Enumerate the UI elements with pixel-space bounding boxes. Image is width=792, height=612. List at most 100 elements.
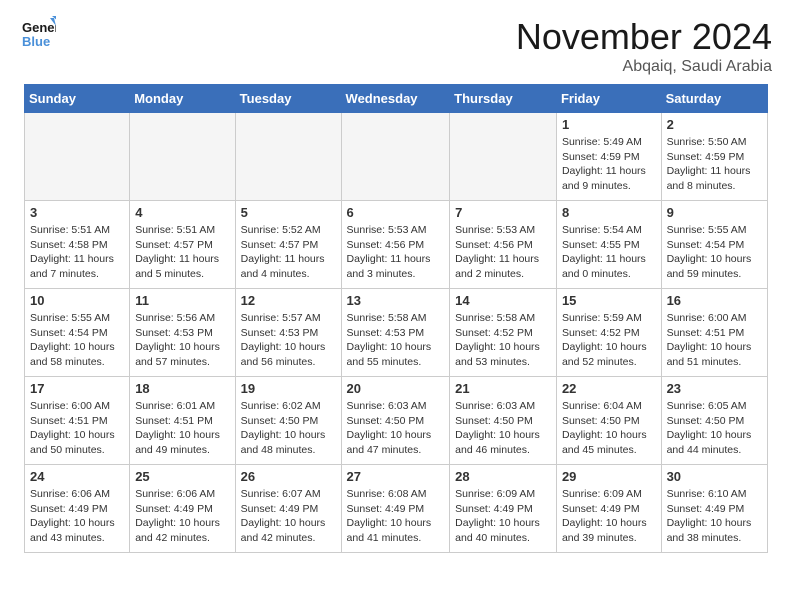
day-number: 7 <box>455 205 551 220</box>
calendar-week-row: 10Sunrise: 5:55 AM Sunset: 4:54 PM Dayli… <box>25 289 768 377</box>
calendar-cell: 2Sunrise: 5:50 AM Sunset: 4:59 PM Daylig… <box>661 113 767 201</box>
calendar-cell: 17 Sunrise: 6:00 AM Sunset: 4:51 PM Dayli… <box>25 377 130 465</box>
calendar-cell: 18Sunrise: 6:01 AM Sunset: 4:51 PM Dayli… <box>130 377 235 465</box>
calendar-cell: 13 Sunrise: 5:58 AM Sunset: 4:53 PM Dayli… <box>341 289 450 377</box>
day-info: Sunrise: 5:49 AM Sunset: 4:59 PM Dayligh… <box>562 135 656 194</box>
day-info: Sunrise: 6:00 AM Sunset: 4:51 PM Dayligh… <box>667 311 762 370</box>
day-number: 16 <box>667 293 762 308</box>
calendar-cell: 29 Sunrise: 6:09 AM Sunset: 4:49 PM Dayli… <box>556 465 661 553</box>
calendar-week-row: 24 Sunrise: 6:06 AM Sunset: 4:49 PM Dayli… <box>25 465 768 553</box>
header-wednesday: Wednesday <box>341 85 450 113</box>
header-thursday: Thursday <box>450 85 557 113</box>
day-number: 21 <box>455 381 551 396</box>
calendar-cell: 23 Sunrise: 6:05 AM Sunset: 4:50 PM Dayli… <box>661 377 767 465</box>
day-info: Sunrise: 6:03 AM Sunset: 4:50 PM Dayligh… <box>347 399 445 458</box>
day-info: Sunrise: 6:03 AM Sunset: 4:50 PM Dayligh… <box>455 399 551 458</box>
day-number: 17 <box>30 381 124 396</box>
day-number: 26 <box>241 469 336 484</box>
day-info: Sunrise: 6:09 AM Sunset: 4:49 PM Dayligh… <box>562 487 656 546</box>
day-info: Sunrise: 5:58 AM Sunset: 4:53 PM Dayligh… <box>347 311 445 370</box>
calendar-week-row: 17 Sunrise: 6:00 AM Sunset: 4:51 PM Dayli… <box>25 377 768 465</box>
day-info: Sunrise: 5:52 AM Sunset: 4:57 PM Dayligh… <box>241 223 336 282</box>
title-section: November 2024 Abqaiq, Saudi Arabia <box>516 16 772 76</box>
day-number: 14 <box>455 293 551 308</box>
day-info: Sunrise: 6:07 AM Sunset: 4:49 PM Dayligh… <box>241 487 336 546</box>
day-info: Sunrise: 5:59 AM Sunset: 4:52 PM Dayligh… <box>562 311 656 370</box>
day-number: 29 <box>562 469 656 484</box>
header-friday: Friday <box>556 85 661 113</box>
day-info: Sunrise: 6:10 AM Sunset: 4:49 PM Dayligh… <box>667 487 762 546</box>
day-info: Sunrise: 5:51 AM Sunset: 4:58 PM Dayligh… <box>30 223 124 282</box>
day-info: Sunrise: 5:53 AM Sunset: 4:56 PM Dayligh… <box>455 223 551 282</box>
day-number: 30 <box>667 469 762 484</box>
calendar-cell <box>235 113 341 201</box>
calendar-cell: 22 Sunrise: 6:04 AM Sunset: 4:50 PM Dayli… <box>556 377 661 465</box>
calendar-body: 1 Sunrise: 5:49 AM Sunset: 4:59 PM Daylig… <box>25 113 768 553</box>
location-subtitle: Abqaiq, Saudi Arabia <box>516 58 772 76</box>
day-number: 8 <box>562 205 656 220</box>
day-info: Sunrise: 6:06 AM Sunset: 4:49 PM Dayligh… <box>30 487 124 546</box>
month-title: November 2024 <box>516 16 772 58</box>
calendar-cell: 9Sunrise: 5:55 AM Sunset: 4:54 PM Daylig… <box>661 201 767 289</box>
calendar-week-row: 3 Sunrise: 5:51 AM Sunset: 4:58 PM Daylig… <box>25 201 768 289</box>
calendar-cell: 6Sunrise: 5:53 AM Sunset: 4:56 PM Daylig… <box>341 201 450 289</box>
header-saturday: Saturday <box>661 85 767 113</box>
calendar-cell: 27Sunrise: 6:08 AM Sunset: 4:49 PM Dayli… <box>341 465 450 553</box>
header-tuesday: Tuesday <box>235 85 341 113</box>
calendar-cell: 15Sunrise: 5:59 AM Sunset: 4:52 PM Dayli… <box>556 289 661 377</box>
calendar-cell: 14 Sunrise: 5:58 AM Sunset: 4:52 PM Dayli… <box>450 289 557 377</box>
calendar-cell: 21 Sunrise: 6:03 AM Sunset: 4:50 PM Dayli… <box>450 377 557 465</box>
calendar-cell: 11Sunrise: 5:56 AM Sunset: 4:53 PM Dayli… <box>130 289 235 377</box>
day-info: Sunrise: 6:08 AM Sunset: 4:49 PM Dayligh… <box>347 487 445 546</box>
calendar-cell: 7 Sunrise: 5:53 AM Sunset: 4:56 PM Daylig… <box>450 201 557 289</box>
day-number: 13 <box>347 293 445 308</box>
calendar-cell: 3 Sunrise: 5:51 AM Sunset: 4:58 PM Daylig… <box>25 201 130 289</box>
day-number: 4 <box>135 205 229 220</box>
day-info: Sunrise: 6:04 AM Sunset: 4:50 PM Dayligh… <box>562 399 656 458</box>
calendar-cell: 8 Sunrise: 5:54 AM Sunset: 4:55 PM Daylig… <box>556 201 661 289</box>
page-container: General Blue November 2024 Abqaiq, Saudi… <box>0 0 792 565</box>
header-sunday: Sunday <box>25 85 130 113</box>
day-info: Sunrise: 5:50 AM Sunset: 4:59 PM Dayligh… <box>667 135 762 194</box>
day-number: 12 <box>241 293 336 308</box>
day-number: 23 <box>667 381 762 396</box>
day-info: Sunrise: 6:06 AM Sunset: 4:49 PM Dayligh… <box>135 487 229 546</box>
day-info: Sunrise: 5:58 AM Sunset: 4:52 PM Dayligh… <box>455 311 551 370</box>
day-number: 19 <box>241 381 336 396</box>
calendar-wrapper: Sunday Monday Tuesday Wednesday Thursday… <box>0 84 792 565</box>
day-number: 6 <box>347 205 445 220</box>
calendar-cell: 16 Sunrise: 6:00 AM Sunset: 4:51 PM Dayli… <box>661 289 767 377</box>
day-number: 1 <box>562 117 656 132</box>
day-info: Sunrise: 6:00 AM Sunset: 4:51 PM Dayligh… <box>30 399 124 458</box>
day-number: 3 <box>30 205 124 220</box>
calendar-table: Sunday Monday Tuesday Wednesday Thursday… <box>24 84 768 553</box>
day-info: Sunrise: 6:05 AM Sunset: 4:50 PM Dayligh… <box>667 399 762 458</box>
calendar-cell: 20Sunrise: 6:03 AM Sunset: 4:50 PM Dayli… <box>341 377 450 465</box>
calendar-header: Sunday Monday Tuesday Wednesday Thursday… <box>25 85 768 113</box>
calendar-cell: 19 Sunrise: 6:02 AM Sunset: 4:50 PM Dayli… <box>235 377 341 465</box>
day-number: 18 <box>135 381 229 396</box>
day-info: Sunrise: 5:51 AM Sunset: 4:57 PM Dayligh… <box>135 223 229 282</box>
calendar-cell: 10Sunrise: 5:55 AM Sunset: 4:54 PM Dayli… <box>25 289 130 377</box>
calendar-cell: 4 Sunrise: 5:51 AM Sunset: 4:57 PM Daylig… <box>130 201 235 289</box>
calendar-cell: 12Sunrise: 5:57 AM Sunset: 4:53 PM Dayli… <box>235 289 341 377</box>
day-number: 25 <box>135 469 229 484</box>
day-number: 5 <box>241 205 336 220</box>
calendar-cell: 25 Sunrise: 6:06 AM Sunset: 4:49 PM Dayli… <box>130 465 235 553</box>
calendar-cell: 1 Sunrise: 5:49 AM Sunset: 4:59 PM Daylig… <box>556 113 661 201</box>
calendar-cell: 5 Sunrise: 5:52 AM Sunset: 4:57 PM Daylig… <box>235 201 341 289</box>
day-number: 24 <box>30 469 124 484</box>
day-info: Sunrise: 6:09 AM Sunset: 4:49 PM Dayligh… <box>455 487 551 546</box>
calendar-cell <box>25 113 130 201</box>
day-info: Sunrise: 5:55 AM Sunset: 4:54 PM Dayligh… <box>667 223 762 282</box>
header-monday: Monday <box>130 85 235 113</box>
calendar-cell: 28 Sunrise: 6:09 AM Sunset: 4:49 PM Dayli… <box>450 465 557 553</box>
calendar-week-row: 1 Sunrise: 5:49 AM Sunset: 4:59 PM Daylig… <box>25 113 768 201</box>
day-info: Sunrise: 6:02 AM Sunset: 4:50 PM Dayligh… <box>241 399 336 458</box>
calendar-cell: 30 Sunrise: 6:10 AM Sunset: 4:49 PM Dayli… <box>661 465 767 553</box>
calendar-cell: 26 Sunrise: 6:07 AM Sunset: 4:49 PM Dayli… <box>235 465 341 553</box>
day-info: Sunrise: 5:54 AM Sunset: 4:55 PM Dayligh… <box>562 223 656 282</box>
day-number: 28 <box>455 469 551 484</box>
logo: General Blue <box>20 16 56 52</box>
day-number: 22 <box>562 381 656 396</box>
